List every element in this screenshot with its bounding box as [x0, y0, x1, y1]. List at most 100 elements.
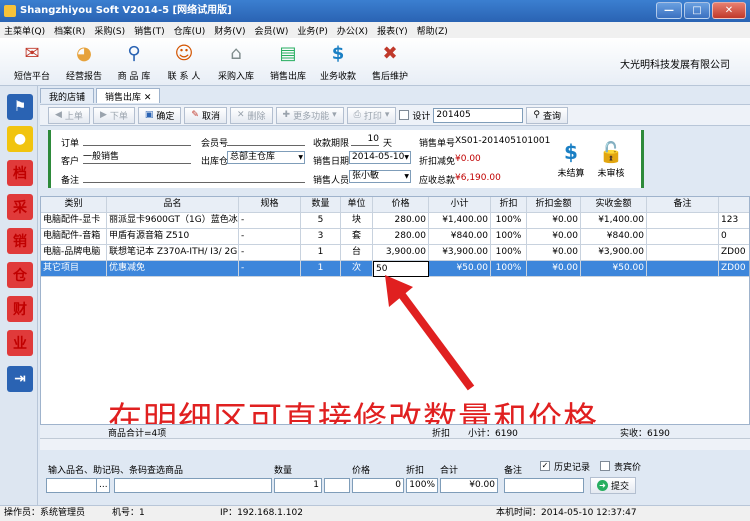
- tab-strip: 我的店铺 销售出库 ✕: [40, 88, 162, 103]
- exit-icon[interactable]: ⇥: [7, 366, 33, 392]
- cell-qty[interactable]: 1: [301, 261, 341, 277]
- design-checkbox[interactable]: [399, 110, 410, 120]
- minimize-button[interactable]: —: [656, 2, 682, 19]
- prev-button[interactable]: ◀ 上单: [48, 106, 90, 124]
- customer-field[interactable]: 一般销售: [83, 152, 191, 164]
- delete-button[interactable]: ✕ 删除: [229, 106, 273, 124]
- menu-sales[interactable]: 销售(T): [134, 24, 165, 37]
- table-row[interactable]: 电脑-品牌电脑 联想笔记本 Z370A-ITH/ I3/ 2G 5 - 1 台 …: [41, 245, 749, 261]
- remark-field[interactable]: [83, 171, 305, 183]
- cell-price[interactable]: 3,900.00: [373, 245, 429, 261]
- search-button[interactable]: ⚲ 查询: [526, 106, 568, 124]
- cell-unit: 块: [341, 213, 373, 229]
- sms-button[interactable]: ✉ 短信平台: [6, 40, 58, 83]
- report-label: 经营报告: [65, 72, 102, 82]
- audit-button[interactable]: 🔓 未审核: [591, 140, 631, 179]
- vip-label: 贵宾价: [614, 463, 642, 473]
- menu-help[interactable]: 帮助(Z): [417, 24, 448, 37]
- vip-checkbox[interactable]: [600, 461, 610, 471]
- menu-archive[interactable]: 档案(R): [54, 24, 85, 37]
- cell-qty[interactable]: 3: [301, 229, 341, 245]
- menu-main[interactable]: 主菜单(Q): [4, 24, 45, 37]
- remark-select[interactable]: [504, 478, 584, 493]
- cell-price[interactable]: 280.00: [373, 213, 429, 229]
- arrow-right-icon: ▶: [99, 110, 107, 120]
- table-row[interactable]: 电脑配件-音箱 甲盾有源音箱 Z510 - 3 套 280.00 ¥840.00…: [41, 229, 749, 245]
- menu-warehouse[interactable]: 仓库(U): [174, 24, 206, 37]
- sidebar-sales[interactable]: 销: [7, 228, 33, 254]
- sidebar-archive[interactable]: 档: [7, 160, 33, 186]
- product-name-input[interactable]: [114, 478, 272, 493]
- cell-remark: [647, 245, 719, 261]
- term-field[interactable]: 10: [351, 134, 379, 146]
- menu-finance[interactable]: 财务(V): [214, 24, 245, 37]
- after-sales-button[interactable]: ✖ 售后维护: [364, 40, 416, 83]
- horizontal-scrollbar[interactable]: [40, 438, 750, 450]
- cancel-button[interactable]: ✎ 取消: [184, 106, 227, 124]
- app-icon: [4, 5, 16, 17]
- sidebar-finance[interactable]: 财: [7, 296, 33, 322]
- search-label: 查询: [542, 111, 561, 122]
- cell-unit: 台: [341, 245, 373, 261]
- menu-member[interactable]: 会员(W): [254, 24, 288, 37]
- tab-my-store[interactable]: 我的店铺: [40, 88, 95, 103]
- next-button[interactable]: ▶ 下单: [92, 106, 135, 124]
- price-input[interactable]: 0: [352, 478, 404, 493]
- bulb-icon[interactable]: ●: [7, 126, 33, 152]
- print-button[interactable]: ⎙ 打印 ▾: [346, 106, 397, 124]
- dollar-icon: $: [564, 140, 578, 164]
- history-label: 历史记录: [554, 463, 591, 473]
- sales-out-button[interactable]: ▤ 销售出库: [262, 40, 314, 83]
- menu-business[interactable]: 业务(P): [297, 24, 327, 37]
- collection-button[interactable]: $ 业务收款: [312, 40, 364, 83]
- history-checkbox[interactable]: ✓: [540, 461, 550, 471]
- tab-close-icon[interactable]: ✕: [144, 93, 152, 103]
- order-field[interactable]: [83, 134, 191, 146]
- cell-received: ¥1,400.00: [581, 213, 647, 229]
- sidebar-warehouse[interactable]: 仓: [7, 262, 33, 288]
- cell-qty[interactable]: 1: [301, 245, 341, 261]
- date-picker[interactable]: 2014-05-10: [349, 151, 411, 164]
- browse-button[interactable]: ...: [96, 478, 110, 493]
- confirm-button[interactable]: ▣ 确定: [137, 106, 182, 124]
- magnifier-icon: ⚲: [127, 42, 141, 64]
- more-button[interactable]: ✚ 更多功能 ▾: [275, 106, 344, 124]
- contacts-label: 联 系 人: [167, 72, 201, 82]
- cell-subtotal: ¥840.00: [429, 229, 491, 245]
- settle-button[interactable]: $ 未结算: [551, 140, 591, 179]
- purchase-in-button[interactable]: ⌂ 采购入库: [210, 40, 262, 83]
- contacts-button[interactable]: ☺ 联 系 人: [158, 40, 210, 83]
- cell-price[interactable]: 280.00: [373, 229, 429, 245]
- qty-input[interactable]: 1: [274, 478, 322, 493]
- menu-report[interactable]: 报表(Y): [377, 24, 408, 37]
- staff-select[interactable]: 张小敏: [349, 170, 411, 183]
- close-button[interactable]: ✕: [712, 2, 746, 19]
- discount-input[interactable]: 100%: [406, 478, 438, 493]
- sidebar-business[interactable]: 业: [7, 330, 33, 356]
- unit-input[interactable]: [324, 478, 350, 493]
- menu-office[interactable]: 办公(X): [337, 24, 368, 37]
- maximize-button[interactable]: □: [684, 2, 710, 19]
- tab-sales-out[interactable]: 销售出库 ✕: [96, 88, 161, 103]
- cell-discount: 100%: [491, 229, 527, 245]
- table-row[interactable]: 电脑配件-显卡 丽派显卡9600GT（1G）蓝色冰刀 - 5 块 280.00 …: [41, 213, 749, 229]
- col-name: 品名: [107, 197, 239, 213]
- report-button[interactable]: ◕ 经营报告: [58, 40, 110, 83]
- product-library-button[interactable]: ⚲ 商 品 库: [108, 40, 160, 83]
- window-title: Shangzhiyou Soft V2014-5 [网络试用版]: [20, 5, 232, 16]
- flag-icon[interactable]: ⚑: [7, 94, 33, 120]
- cell-qty[interactable]: 5: [301, 213, 341, 229]
- delete-icon: ✕: [236, 110, 245, 120]
- col-extra: [719, 197, 749, 213]
- wrench-icon: ✚: [282, 110, 291, 120]
- warehouse-select[interactable]: 总部主仓库: [227, 151, 305, 164]
- cell-name: 甲盾有源音箱 Z510: [107, 229, 239, 245]
- submit-button[interactable]: ➜ 提交: [590, 477, 636, 494]
- col-discount-amount: 折扣金额: [527, 197, 581, 213]
- cell-remark: [647, 213, 719, 229]
- menu-purchase[interactable]: 采购(S): [94, 24, 125, 37]
- member-field[interactable]: [227, 134, 305, 146]
- document-icon: ▤: [279, 42, 297, 64]
- sidebar-purchase[interactable]: 采: [7, 194, 33, 220]
- year-input[interactable]: 201405: [433, 107, 524, 123]
